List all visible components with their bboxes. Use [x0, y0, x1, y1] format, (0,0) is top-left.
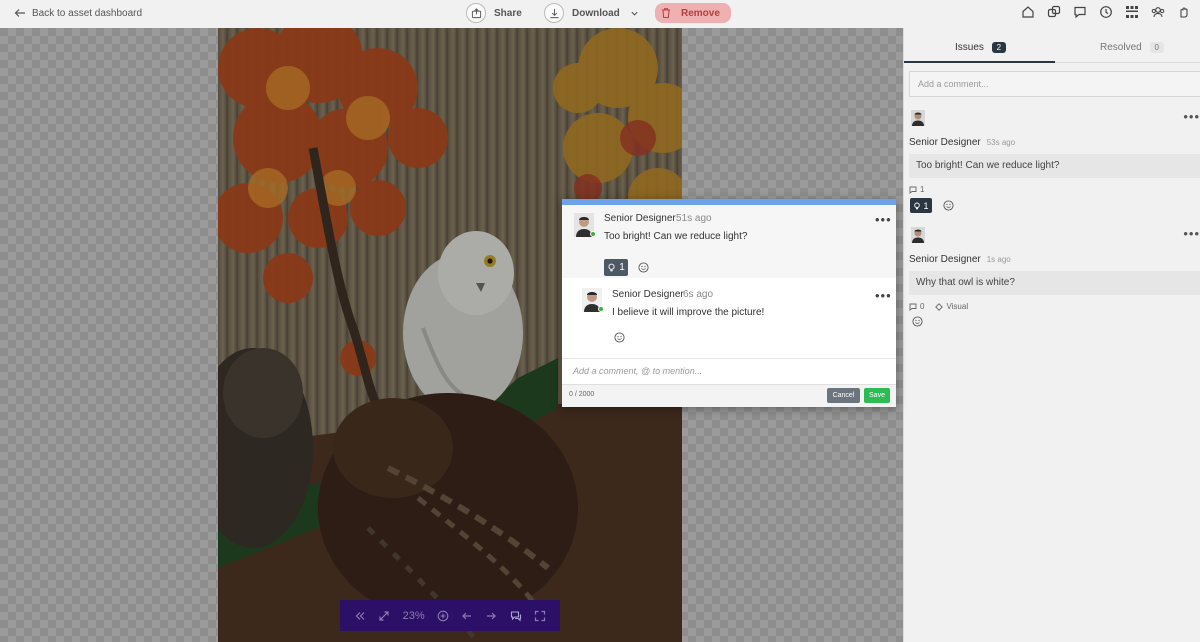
comment-text: Why that owl is white?: [909, 271, 1200, 295]
comment-author: Senior Designer 1s ago: [909, 254, 1011, 265]
comment-author: Senior Designer 53s ago: [909, 137, 1015, 148]
cancel-button[interactable]: Cancel: [827, 388, 860, 403]
fullscreen-icon[interactable]: [534, 610, 546, 622]
add-reaction-icon[interactable]: [943, 200, 954, 211]
comment-author: Senior Designer: [604, 213, 676, 224]
download-label: Download: [572, 7, 620, 19]
tab-resolved-label: Resolved: [1100, 42, 1142, 53]
more-options-icon[interactable]: •••: [1183, 227, 1200, 240]
arrow-left-icon: [14, 9, 25, 17]
download-icon: [544, 3, 564, 23]
share-label: Share: [494, 7, 522, 19]
reply-icon: [909, 303, 917, 311]
prev-icon[interactable]: [461, 610, 473, 622]
online-status-dot: [598, 306, 604, 312]
remove-label: Remove: [681, 7, 720, 19]
remove-button[interactable]: Remove: [655, 3, 731, 23]
more-options-icon[interactable]: •••: [875, 289, 892, 302]
comments-panel: Issues 2 Resolved 0 Add a comment... •••…: [903, 28, 1200, 642]
avatar: [911, 227, 925, 243]
top-toolbar: Back to asset dashboard Share Download R…: [0, 0, 1200, 28]
reply-count: 1: [909, 185, 924, 194]
next-icon[interactable]: [485, 610, 497, 622]
share-icon: [466, 3, 486, 23]
zoom-toolbar: 23%: [340, 600, 560, 631]
save-button[interactable]: Save: [864, 388, 890, 403]
share-button[interactable]: Share: [466, 3, 522, 23]
comment-time: 51s ago: [676, 213, 712, 224]
reply-author: Senior Designer: [612, 289, 684, 300]
hand-icon[interactable]: [1176, 4, 1192, 20]
back-to-dashboard-link[interactable]: Back to asset dashboard: [14, 5, 142, 21]
home-icon[interactable]: [1020, 4, 1036, 20]
author-name: Senior Designer: [909, 137, 981, 148]
tag-icon: [935, 302, 944, 311]
online-status-dot: [590, 231, 596, 237]
reply-count: 0 Visual: [909, 302, 968, 311]
copy-icon[interactable]: [1046, 4, 1062, 20]
tab-issues-label: Issues: [955, 42, 984, 53]
author-name: Senior Designer: [909, 254, 981, 265]
popup-footer: 0 / 2000 Cancel Save: [562, 384, 896, 407]
qr-code-icon[interactable]: [1124, 4, 1140, 20]
add-reaction-icon[interactable]: [614, 332, 625, 343]
popup-main-comment: Senior Designer 51s ago ••• Too bright! …: [562, 205, 896, 278]
popup-reply: Senior Designer 6s ago ••• I believe it …: [562, 278, 896, 356]
comment-text: Too bright! Can we reduce light?: [604, 231, 748, 242]
comment-popup: Senior Designer 51s ago ••• Too bright! …: [562, 199, 896, 407]
bulb-icon: [914, 202, 921, 209]
tag-label: Visual: [946, 302, 969, 311]
reaction-count: 1: [923, 200, 929, 211]
reply-time: 6s ago: [683, 289, 714, 300]
back-label: Back to asset dashboard: [32, 7, 143, 19]
clock-icon[interactable]: [1098, 4, 1114, 20]
zoom-in-icon[interactable]: [437, 610, 449, 622]
add-reaction-icon[interactable]: [912, 316, 923, 327]
chat-icon[interactable]: [1072, 4, 1088, 20]
comment-time: 1s ago: [986, 255, 1011, 264]
team-icon[interactable]: [1150, 4, 1166, 20]
more-options-icon[interactable]: •••: [875, 213, 892, 226]
fit-icon[interactable]: [378, 610, 390, 622]
issues-count-badge: 2: [991, 42, 1006, 53]
panel-comment-input[interactable]: Add a comment...: [909, 71, 1200, 97]
comments-icon[interactable]: [510, 610, 522, 622]
avatar: [911, 110, 925, 126]
resolved-count-badge: 0: [1149, 42, 1164, 53]
collapse-icon[interactable]: [354, 610, 366, 622]
tab-issues[interactable]: Issues 2: [955, 42, 1006, 53]
trash-icon: [662, 8, 670, 18]
tab-resolved[interactable]: Resolved 0: [1100, 42, 1164, 53]
comment-time: 53s ago: [986, 138, 1016, 147]
top-right-icons: [1020, 4, 1192, 20]
reply-icon: [909, 186, 917, 194]
reaction-pill[interactable]: 1: [910, 198, 932, 213]
char-counter: 0 / 2000: [569, 391, 595, 398]
reply-count-value: 0: [920, 302, 925, 311]
reply-count-value: 1: [920, 185, 925, 194]
comment-thread[interactable]: ••• Senior Designer 53s ago Too bright! C…: [909, 110, 1200, 215]
bulb-icon: [608, 263, 615, 272]
more-options-icon[interactable]: •••: [1183, 110, 1200, 123]
reaction-pill[interactable]: 1: [604, 259, 628, 276]
reaction-count: 1: [619, 262, 625, 273]
zoom-level[interactable]: 23%: [403, 610, 425, 622]
comment-text: Too bright! Can we reduce light?: [909, 154, 1200, 178]
reply-input[interactable]: Add a comment, @ to mention...: [562, 358, 896, 384]
add-reaction-icon[interactable]: [638, 262, 649, 273]
chevron-down-icon: [631, 11, 638, 16]
panel-tabs: Issues 2 Resolved 0: [904, 28, 1200, 63]
comment-thread[interactable]: ••• Senior Designer 1s ago Why that owl i…: [909, 227, 1200, 332]
download-button[interactable]: Download: [544, 3, 639, 23]
tag-visual[interactable]: Visual: [935, 302, 968, 311]
reply-text: I believe it will improve the picture!: [612, 307, 765, 318]
active-tab-underline: [904, 61, 1055, 63]
